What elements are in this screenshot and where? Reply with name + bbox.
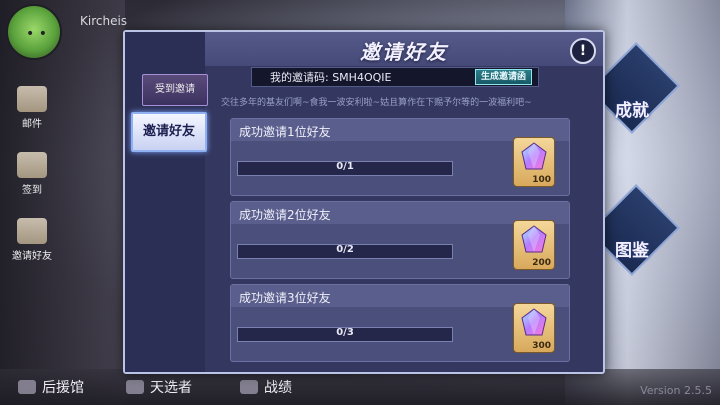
friends-icon [17, 218, 47, 244]
invite-code-bar: 我的邀请码: SMH4OQIE 生成邀请函 [251, 67, 539, 87]
reward-item[interactable]: 300 [513, 303, 555, 353]
support-hall-icon [18, 380, 36, 394]
background-left-scene [0, 0, 125, 405]
task-title: 成功邀请1位好友 [239, 125, 331, 139]
task-title: 成功邀请2位好友 [239, 208, 331, 222]
gem-icon [521, 142, 547, 170]
invite-code-text: 我的邀请码: SMH4OQIE [270, 71, 392, 84]
support-hall-label: 后援馆 [42, 380, 84, 396]
invite-friends-side-label: 邀请好友 [12, 251, 52, 262]
invite-description: 交往多年的基友们啊~食我一波安利啦~姑且算作在下赐予尔等的一波福利吧~ [221, 98, 532, 108]
chosen-one-label: 天选者 [150, 380, 192, 396]
tab-received-invites[interactable]: 受到邀请 [142, 74, 208, 106]
bottom-support-hall[interactable]: 后援馆 [18, 377, 84, 397]
player-name: Kircheis [80, 14, 128, 28]
task-progress-bar: 0/2 [237, 244, 453, 259]
invite-friends-dialog: 受到邀请 邀请好友 邀请好友 ! 我的邀请码: SMH4OQIE 生成邀请函 交… [123, 30, 605, 374]
task-card: 成功邀请2位好友 0/2 200 [230, 201, 570, 279]
task-progress-text: 0/2 [336, 244, 354, 255]
checkin-label: 签到 [22, 185, 42, 196]
reward-quantity: 100 [532, 175, 551, 185]
reward-quantity: 200 [532, 258, 551, 268]
bottom-chosen-one[interactable]: 天选者 [126, 377, 192, 397]
mail-button[interactable]: 邮件 [10, 86, 54, 130]
task-card: 成功邀请1位好友 0/1 100 [230, 118, 570, 196]
reward-quantity: 300 [532, 341, 551, 351]
records-icon [240, 380, 258, 394]
mail-label: 邮件 [22, 119, 42, 130]
version-label: Version 2.5.5 [640, 384, 712, 397]
reward-item[interactable]: 200 [513, 220, 555, 270]
player-avatar[interactable]: • • [6, 4, 62, 60]
info-icon[interactable]: ! [570, 38, 596, 64]
avatar-face-icon: • • [26, 26, 47, 42]
tab-invite-friends[interactable]: 邀请好友 [131, 112, 207, 152]
mail-icon [17, 86, 47, 112]
codex-label: 图鉴 [615, 241, 649, 261]
gem-icon [521, 308, 547, 336]
bottom-bar [0, 369, 720, 405]
calendar-icon [17, 152, 47, 178]
generate-invitation-button[interactable]: 生成邀请函 [474, 69, 532, 85]
task-title: 成功邀请3位好友 [239, 291, 331, 305]
chosen-one-icon [126, 380, 144, 394]
bottom-records[interactable]: 战绩 [240, 377, 292, 397]
task-card: 成功邀请3位好友 0/3 300 [230, 284, 570, 362]
achievement-label: 成就 [615, 101, 649, 121]
task-progress-text: 0/1 [336, 161, 354, 172]
task-progress-bar: 0/3 [237, 327, 453, 342]
records-label: 战绩 [264, 380, 292, 396]
task-progress-bar: 0/1 [237, 161, 453, 176]
checkin-button[interactable]: 签到 [10, 152, 54, 196]
dialog-header: 邀请好友 [205, 32, 603, 66]
task-progress-text: 0/3 [336, 327, 354, 338]
reward-item[interactable]: 100 [513, 137, 555, 187]
dialog-title: 邀请好友 [360, 40, 448, 64]
invite-friends-side-button[interactable]: 邀请好友 [10, 218, 54, 262]
gem-icon [521, 225, 547, 253]
